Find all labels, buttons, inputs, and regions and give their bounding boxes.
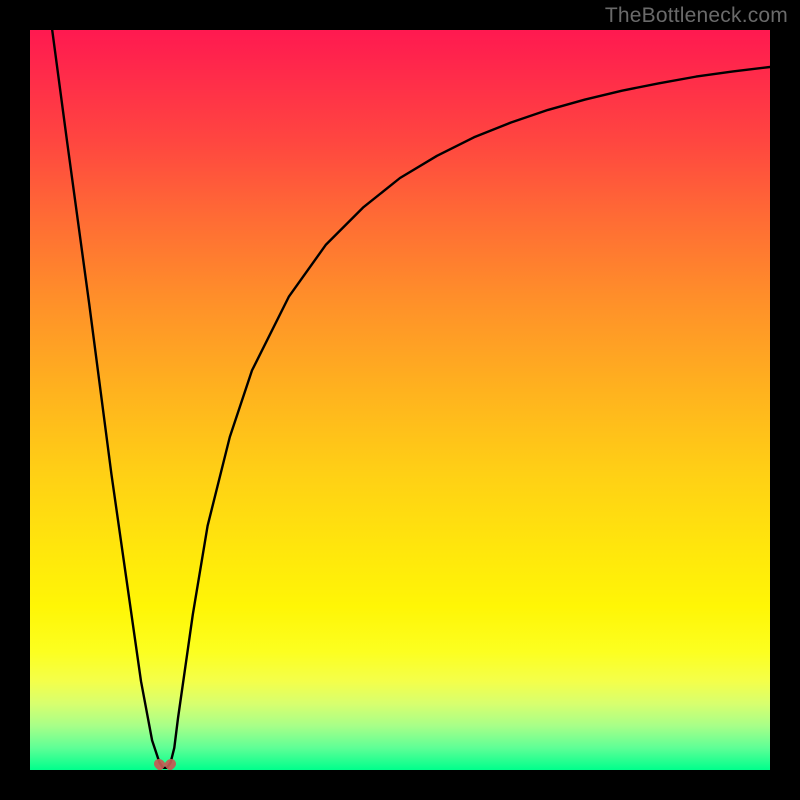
bottleneck-curve (30, 30, 770, 770)
watermark-text: TheBottleneck.com (605, 4, 788, 28)
chart-plot-area (30, 30, 770, 770)
optimum-marker-heart-icon (153, 756, 177, 770)
